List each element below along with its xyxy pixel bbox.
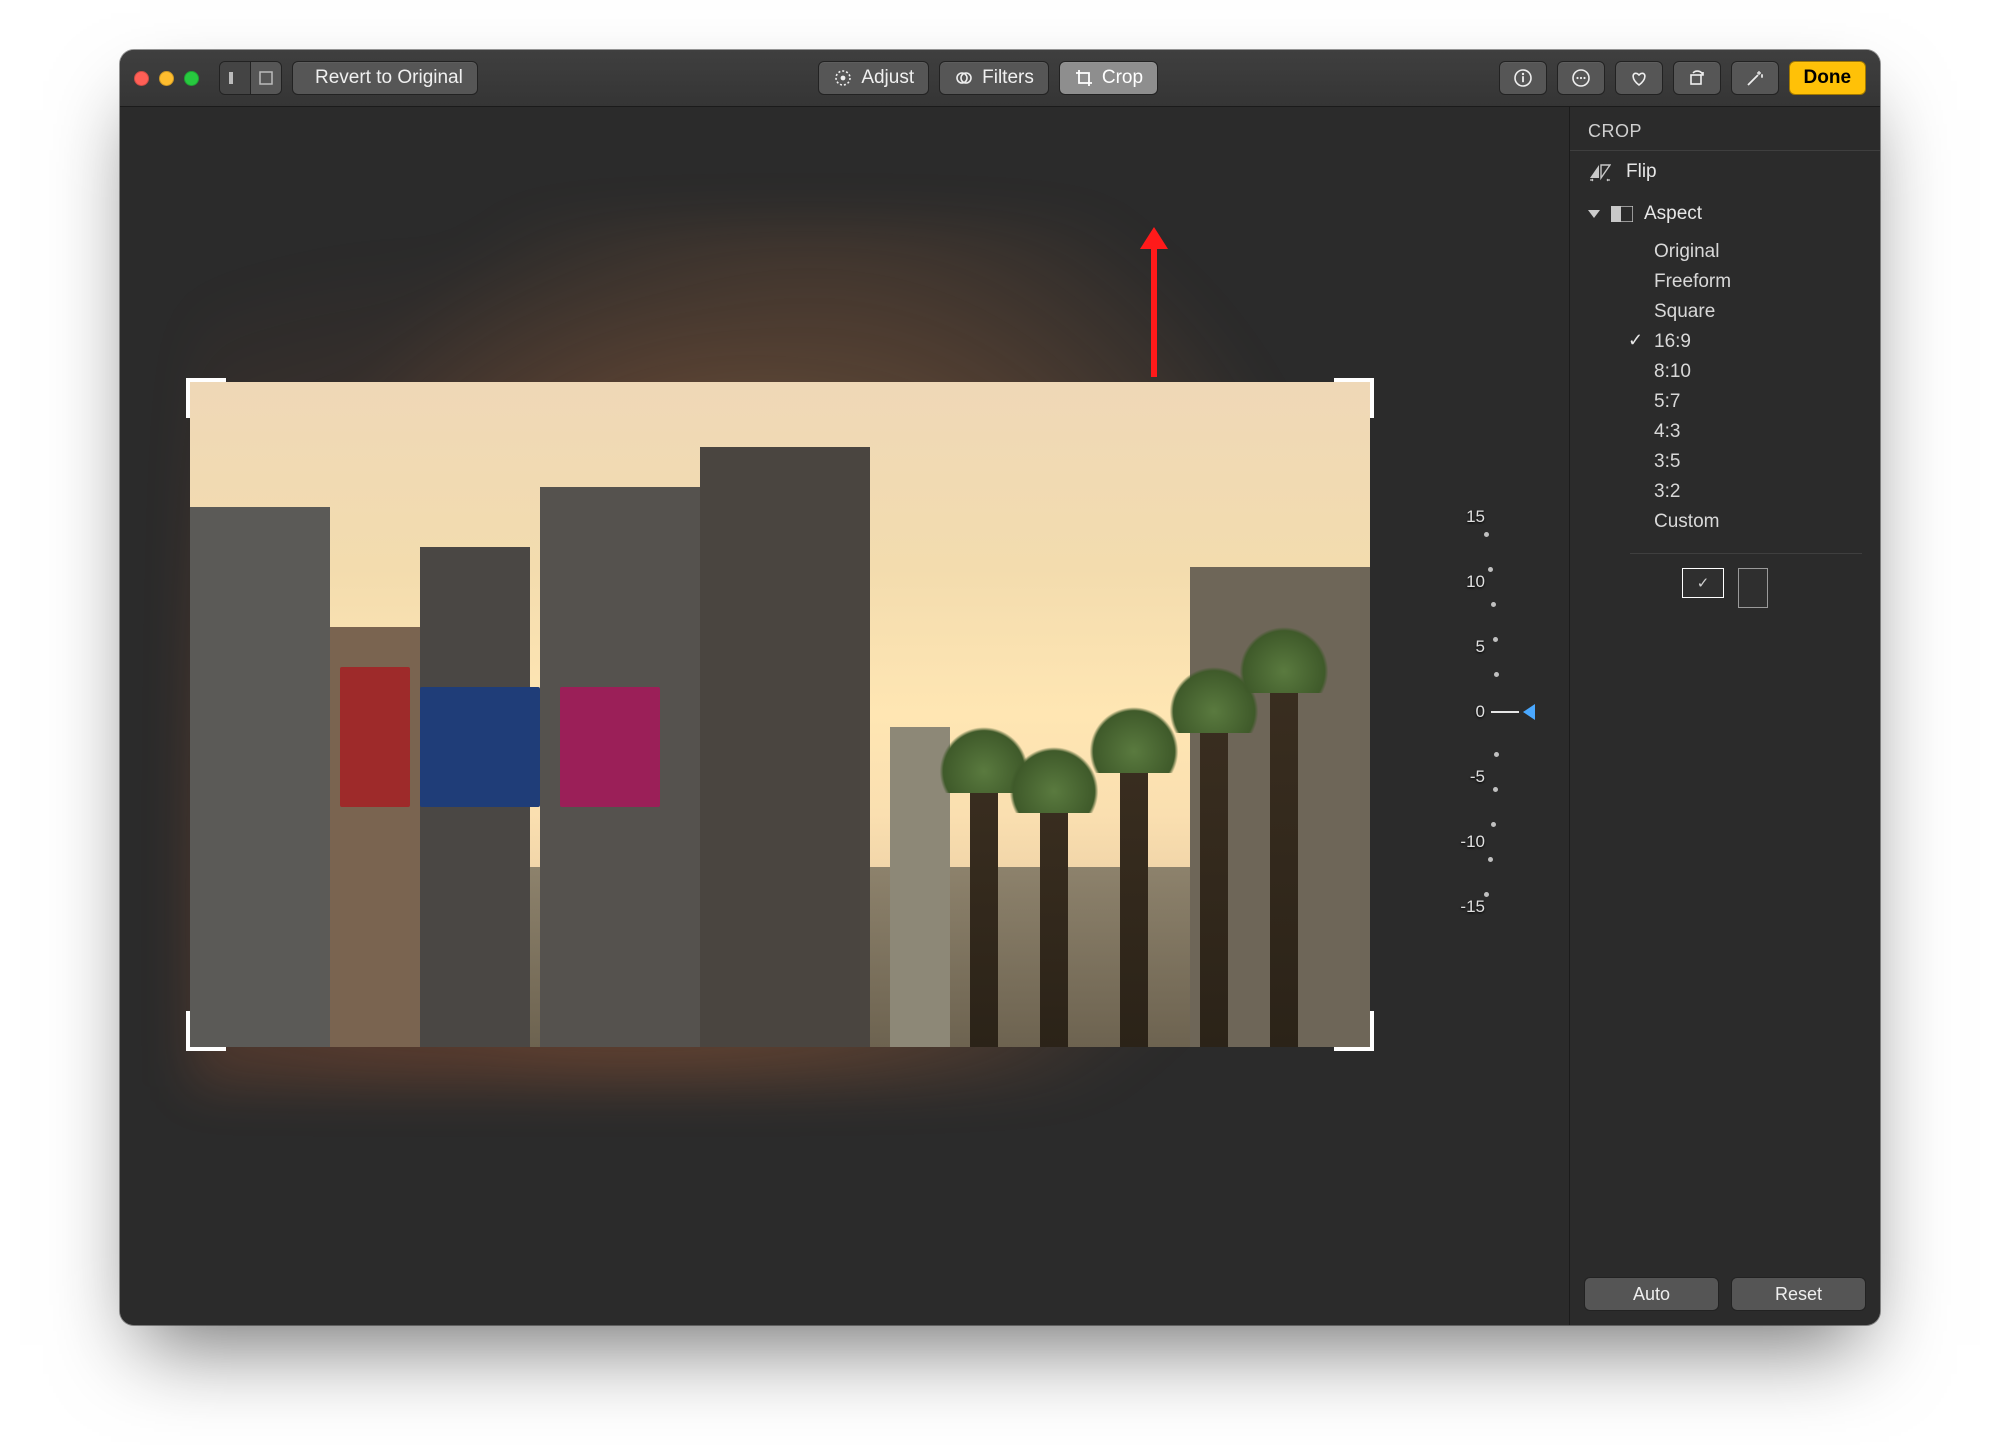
dial-tick-5: 5 bbox=[1476, 637, 1485, 657]
ellipsis-icon bbox=[1571, 68, 1591, 88]
adjust-icon bbox=[833, 68, 853, 88]
orientation-group: ✓ bbox=[1570, 568, 1880, 622]
aspect-option-16-9[interactable]: 16:9 bbox=[1654, 327, 1880, 357]
annotation-arrow bbox=[1140, 227, 1168, 377]
crop-icon bbox=[1074, 68, 1094, 88]
orientation-check-icon: ✓ bbox=[1697, 574, 1710, 592]
favorite-button[interactable] bbox=[1615, 61, 1663, 95]
sidebar: CROP Flip Aspect Original Freeform Squar… bbox=[1569, 107, 1880, 1325]
dial-tick-0: 0 bbox=[1476, 702, 1485, 722]
reset-button[interactable]: Reset bbox=[1731, 1277, 1866, 1311]
auto-button[interactable]: Auto bbox=[1584, 1277, 1719, 1311]
sidebar-toggle-segment[interactable] bbox=[219, 61, 282, 95]
revert-button[interactable]: Revert to Original bbox=[292, 61, 478, 95]
chevron-down-icon bbox=[1588, 210, 1600, 218]
auto-button-label: Auto bbox=[1633, 1284, 1670, 1305]
aspect-label: Aspect bbox=[1644, 203, 1702, 225]
aspect-option-3-2[interactable]: 3:2 bbox=[1654, 477, 1880, 507]
rotate-icon bbox=[1687, 68, 1707, 88]
rotate-button[interactable] bbox=[1673, 61, 1721, 95]
aspect-icon bbox=[1610, 206, 1634, 222]
straighten-dial[interactable]: 15 10 5 0 -5 -10 -15 bbox=[1431, 512, 1531, 912]
adjust-tab-label: Adjust bbox=[861, 67, 914, 89]
flip-row[interactable]: Flip bbox=[1570, 151, 1880, 193]
canvas-area[interactable]: 15 10 5 0 -5 -10 -15 bbox=[120, 107, 1569, 1325]
sidebar-footer: Auto Reset bbox=[1570, 1263, 1880, 1325]
adjust-tab[interactable]: Adjust bbox=[818, 61, 929, 95]
aspect-option-4-3[interactable]: 4:3 bbox=[1654, 417, 1880, 447]
info-icon bbox=[1513, 68, 1533, 88]
aspect-option-square[interactable]: Square bbox=[1654, 297, 1880, 327]
sidebar-title: CROP bbox=[1570, 107, 1880, 151]
info-button[interactable] bbox=[1499, 61, 1547, 95]
aspect-list: Original Freeform Square 16:9 8:10 5:7 4… bbox=[1570, 235, 1880, 545]
done-button[interactable]: Done bbox=[1789, 61, 1867, 95]
close-window-button[interactable] bbox=[134, 71, 149, 86]
sidebar-toggle-right[interactable] bbox=[250, 62, 281, 94]
filters-tab[interactable]: Filters bbox=[939, 61, 1049, 95]
done-button-label: Done bbox=[1804, 67, 1852, 89]
editor-body: 15 10 5 0 -5 -10 -15 bbox=[120, 107, 1880, 1325]
aspect-option-5-7[interactable]: 5:7 bbox=[1654, 387, 1880, 417]
dial-tick-10: 10 bbox=[1466, 572, 1485, 592]
aspect-row[interactable]: Aspect bbox=[1570, 193, 1880, 235]
aspect-option-custom[interactable]: Custom bbox=[1654, 507, 1880, 537]
filters-icon bbox=[954, 68, 974, 88]
orientation-portrait[interactable] bbox=[1738, 568, 1768, 608]
heart-icon bbox=[1629, 68, 1649, 88]
aspect-divider bbox=[1630, 553, 1862, 554]
auto-enhance-button[interactable] bbox=[1731, 61, 1779, 95]
orientation-landscape[interactable]: ✓ bbox=[1682, 568, 1724, 598]
dial-marker-icon[interactable] bbox=[1523, 704, 1535, 720]
window-controls bbox=[134, 71, 199, 86]
photo-preview bbox=[190, 382, 1370, 1047]
fullscreen-window-button[interactable] bbox=[184, 71, 199, 86]
aspect-option-3-5[interactable]: 3:5 bbox=[1654, 447, 1880, 477]
aspect-option-freeform[interactable]: Freeform bbox=[1654, 267, 1880, 297]
crop-tab-label: Crop bbox=[1102, 67, 1143, 89]
photos-edit-window: Revert to Original Adjust Filters Crop bbox=[120, 50, 1880, 1325]
filters-tab-label: Filters bbox=[982, 67, 1034, 89]
reset-button-label: Reset bbox=[1775, 1284, 1822, 1305]
aspect-option-8-10[interactable]: 8:10 bbox=[1654, 357, 1880, 387]
dial-tick-15: 15 bbox=[1466, 507, 1485, 527]
crop-tab[interactable]: Crop bbox=[1059, 61, 1158, 95]
more-button[interactable] bbox=[1557, 61, 1605, 95]
flip-label: Flip bbox=[1626, 161, 1657, 183]
toolbar: Revert to Original Adjust Filters Crop bbox=[120, 50, 1880, 107]
flip-icon bbox=[1588, 162, 1612, 182]
crop-frame[interactable] bbox=[190, 382, 1370, 1047]
magic-wand-icon bbox=[1745, 68, 1765, 88]
aspect-option-original[interactable]: Original bbox=[1654, 237, 1880, 267]
minimize-window-button[interactable] bbox=[159, 71, 174, 86]
dial-tick--10: -10 bbox=[1460, 832, 1485, 852]
sidebar-toggle-left[interactable] bbox=[220, 62, 250, 94]
dial-zero-line bbox=[1491, 711, 1519, 713]
revert-button-label: Revert to Original bbox=[315, 67, 463, 89]
dial-tick--5: -5 bbox=[1470, 767, 1485, 787]
dial-tick--15: -15 bbox=[1460, 897, 1485, 917]
